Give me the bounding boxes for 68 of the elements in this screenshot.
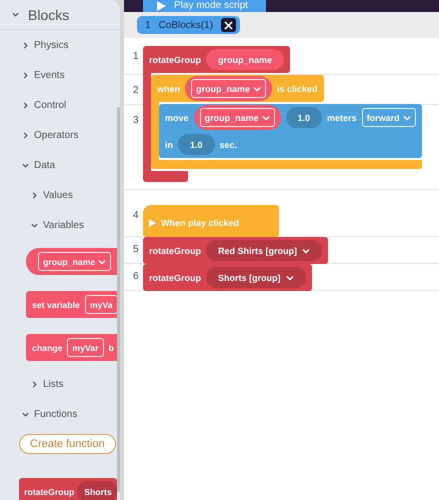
c-block-foot: [143, 171, 188, 182]
c-block-header[interactable]: when group_name is clicked: [151, 75, 324, 102]
line-number: 1: [132, 50, 140, 62]
tab-label: CoBlocks(1): [158, 20, 214, 30]
script-editor[interactable]: 1 2 3 4 5 6 rotateGroup group_name when group_name is clicked move group_name 1.0 meters forward in 1.0 sec. When play clicked rotateGroup Red Shirts [group] rotateGroup Shorts [group]: [124, 38, 439, 500]
dropdown-field[interactable]: Shorts: [77, 481, 117, 500]
dropdown-field[interactable]: group_name: [191, 79, 266, 98]
dropdown-field[interactable]: Red Shirts [group]: [206, 240, 322, 261]
block-label: meters: [327, 112, 357, 122]
line-number: 6: [132, 270, 140, 282]
code-block[interactable]: rotateGroup Shorts: [19, 478, 117, 500]
line-number: 5: [132, 243, 140, 255]
code-block[interactable]: set variable myVa: [26, 291, 120, 318]
reporter-block[interactable]: group_name: [26, 248, 120, 275]
caret-icon: [253, 86, 262, 92]
tree-item[interactable]: Functions: [22, 399, 120, 429]
block-label: when: [157, 84, 180, 94]
number-field[interactable]: 1.0: [286, 107, 322, 128]
create-function-button[interactable]: Create function: [19, 434, 116, 454]
close-icon: [224, 20, 234, 30]
block-label: When play clicked: [161, 218, 240, 228]
line-number: 4: [132, 209, 140, 221]
play-icon: [157, 1, 166, 11]
tree-item[interactable]: Lists: [31, 369, 120, 399]
code-block[interactable]: move group_name 1.0 meters forward in 1.0 sec.: [159, 104, 422, 158]
file-tab[interactable]: 1 CoBlocks(1): [137, 16, 240, 34]
caret-icon: [286, 274, 294, 280]
reporter-pill[interactable]: group_name: [206, 49, 284, 70]
tree-item[interactable]: Variables: [31, 210, 120, 240]
block-label: rotateGroup: [24, 486, 74, 496]
number-field[interactable]: 1.0: [178, 134, 215, 155]
variable-field[interactable]: myVar: [67, 338, 104, 357]
dropdown-field[interactable]: group_name: [200, 108, 275, 127]
block-label: sec.: [220, 140, 238, 150]
dropdown-field[interactable]: forward: [362, 108, 416, 127]
block-label: rotateGroup: [149, 54, 202, 64]
line-number: 2: [132, 84, 140, 96]
tree-item[interactable]: Values: [31, 180, 120, 210]
editor-tab[interactable]: Play mode script: [143, 0, 266, 12]
block-label: rotateGroup: [149, 246, 202, 256]
play-icon: [149, 219, 156, 227]
tree-item[interactable]: Operators: [22, 120, 120, 150]
tree-item[interactable]: Physics: [22, 30, 120, 60]
tree-item[interactable]: Data: [22, 150, 120, 180]
tab-number: 1: [145, 20, 151, 30]
block-label: change: [32, 342, 62, 352]
dropdown-field[interactable]: Shorts [group]: [206, 267, 306, 288]
dropdown-field[interactable]: group_name: [38, 252, 112, 271]
code-block[interactable]: rotateGroup Shorts [group]: [143, 264, 312, 291]
block-label: set variable: [32, 300, 80, 310]
line-number: 3: [132, 114, 140, 126]
code-block[interactable]: change myVar b: [26, 334, 120, 361]
close-button[interactable]: [221, 18, 236, 32]
caret-icon: [302, 248, 310, 254]
c-block-header[interactable]: rotateGroup group_name: [143, 46, 290, 73]
scrollbar[interactable]: [117, 107, 120, 492]
block-label: move: [165, 112, 189, 122]
panel-title: Blocks: [28, 6, 70, 22]
block-label: b: [108, 342, 114, 352]
tree-item[interactable]: Events: [22, 60, 120, 90]
caret-icon: [98, 258, 106, 264]
code-block[interactable]: rotateGroup Red Shirts [group]: [143, 237, 328, 264]
block-label: is clicked: [277, 84, 318, 94]
caret-icon: [262, 114, 270, 120]
block-label: in: [165, 140, 173, 150]
block-label: rotateGroup: [149, 272, 202, 282]
tree-item[interactable]: Control: [22, 90, 120, 120]
caret-icon: [402, 114, 411, 120]
